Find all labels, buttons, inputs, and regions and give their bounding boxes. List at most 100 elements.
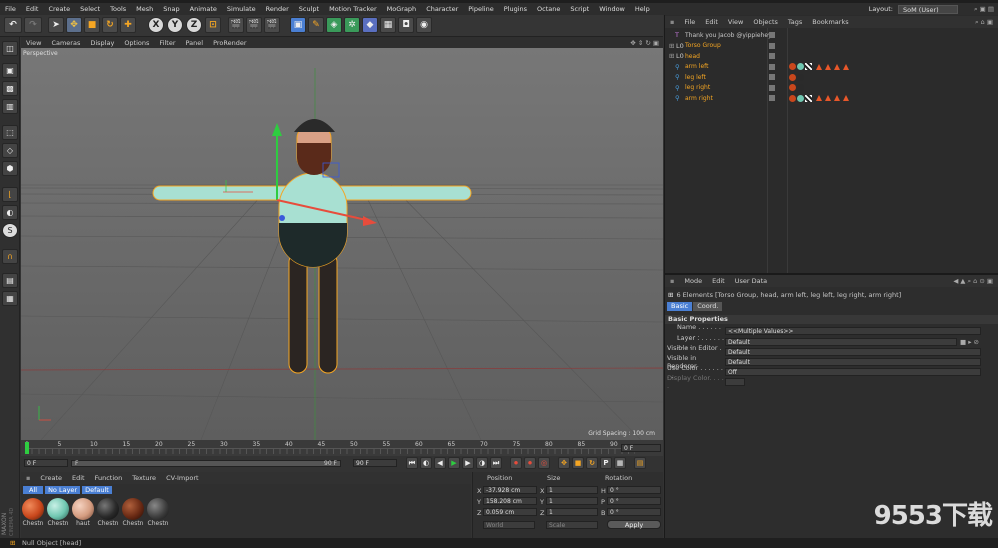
autokey-icon[interactable]: ⏺ [524,457,536,469]
render-view-icon[interactable]: 🎬 [228,17,244,33]
perspective-viewport[interactable]: Perspective Grid Spacing : 100 cm [21,48,663,440]
material-tag-icon[interactable] [789,73,796,81]
menu-file[interactable]: File [0,5,21,13]
filter-default[interactable]: Default [82,486,112,494]
material-swatch[interactable]: Chestn [121,498,145,532]
key-param-icon[interactable]: P [600,457,612,469]
pos-y-field[interactable]: 158.208 cm [483,497,537,505]
menu-pipeline[interactable]: Pipeline [463,5,498,13]
material-tag-icon[interactable] [789,84,796,92]
timeline-ruler[interactable]: 051015202530354045505560657075808590 0 F [21,440,663,456]
attribute-nav-icons[interactable]: ◀ ▲ ⌕ ⌂ ⊙ ▣ [948,277,998,286]
attr-menu-mode[interactable]: Mode [679,277,707,285]
deformer-icon[interactable]: ◆ [362,17,378,33]
layer-buttons-icon[interactable]: ■ ▸ ⊘ [960,338,979,346]
menu-character[interactable]: Character [421,5,463,13]
phong-tag-icon[interactable] [843,95,849,102]
menu-plugins[interactable]: Plugins [499,5,532,13]
floor-icon[interactable]: ▦ [380,17,396,33]
layout-select[interactable]: SoM (User) [898,4,958,14]
object-tags[interactable] [789,84,805,92]
size-mode-select[interactable]: Scale [546,521,598,529]
vp-menu-panel[interactable]: Panel [181,39,209,47]
end-frame-field[interactable]: 90 F [353,459,397,467]
size-x-field[interactable]: 1 [546,486,598,494]
obj-menu-objects[interactable]: Objects [748,18,783,26]
panel-grip-icon[interactable]: ▪ [21,474,35,482]
menu-edit[interactable]: Edit [21,5,44,13]
material-swatch[interactable]: Chestn [146,498,170,532]
menu-window[interactable]: Window [594,5,630,13]
pos-x-field[interactable]: -37.928 cm [483,486,537,494]
vp-menu-cameras[interactable]: Cameras [46,39,85,47]
size-y-field[interactable]: 1 [546,497,598,505]
menu-motion-tracker[interactable]: Motion Tracker [324,5,382,13]
goto-start-icon[interactable]: ⏮ [406,457,418,469]
phong-tag-icon[interactable] [825,63,831,70]
use-color-select[interactable]: Off [725,368,981,376]
tweak-mode-icon[interactable]: ◐ [2,205,18,220]
visibility-toggle[interactable] [769,95,775,102]
menu-octane[interactable]: Octane [532,5,565,13]
object-row[interactable]: T Thank you Jacob @yippiehey [665,30,998,41]
object-row[interactable]: ⊞ L0 Torso Group [665,41,998,52]
texture-tag-icon[interactable] [805,94,812,102]
render-settings-icon[interactable]: 🎬 [264,17,280,33]
make-editable-icon[interactable]: ◫ [2,41,18,56]
visibility-toggle[interactable] [769,53,775,60]
display-color-swatch[interactable] [725,378,745,386]
obj-menu-tags[interactable]: Tags [783,18,807,26]
workplane-icon[interactable]: ▤ [2,273,18,288]
mat-menu-cv-import[interactable]: CV-Import [161,474,204,482]
visibility-toggle[interactable] [769,84,775,91]
visibility-toggle[interactable] [769,32,775,39]
filter-all[interactable]: All [23,486,44,494]
next-key-icon[interactable]: ◑ [476,457,488,469]
workplane-mode-icon[interactable]: ▥ [2,99,18,114]
object-row[interactable]: ⚲ arm left [665,62,998,73]
rot-h-field[interactable]: 0 ° [607,486,661,494]
viewport-nav-icons[interactable]: ✥ ⇕ ↻ ▣ [630,39,663,47]
object-tags[interactable] [789,94,852,102]
filter-no-layer[interactable]: No Layer [45,486,81,494]
light-icon[interactable]: ◉ [416,17,432,33]
phong-tag-icon[interactable] [816,95,822,102]
visibility-toggle[interactable] [769,63,775,70]
apply-button[interactable]: Apply [607,520,661,529]
model-mode-icon[interactable]: ▣ [2,63,18,78]
material-tag-icon[interactable] [789,63,796,71]
grid-icon[interactable]: ▦ [2,291,18,306]
menu-create[interactable]: Create [43,5,75,13]
axis-mode-icon[interactable]: ⌊ [2,187,18,202]
phong-tag-icon[interactable] [834,95,840,102]
mat-menu-create[interactable]: Create [35,474,67,482]
material-swatch[interactable]: haut [71,498,95,532]
undo-icon[interactable]: ↶ [4,17,22,33]
expand-icon[interactable]: ⊞ [669,52,674,60]
z-axis-lock[interactable]: Z [186,17,202,33]
material-swatch[interactable]: Chestn [21,498,45,532]
tab-basic[interactable]: Basic [667,302,693,311]
key-scale-icon[interactable]: ■ [572,457,584,469]
x-axis-lock[interactable]: X [148,17,164,33]
vp-menu-prorender[interactable]: ProRender [208,39,251,47]
polygons-mode-icon[interactable]: ⬢ [2,161,18,176]
cube-primitive-icon[interactable]: ▣ [290,17,306,33]
name-field[interactable]: <<Multiple Values>> [725,327,981,335]
keyframe-selection-icon[interactable]: ◎ [538,457,550,469]
size-z-field[interactable]: 1 [546,508,598,516]
timeline-window-icon[interactable]: ▤ [634,457,646,469]
object-row[interactable]: ⚲ leg left [665,72,998,83]
menu-select[interactable]: Select [75,5,105,13]
key-position-icon[interactable]: ✥ [558,457,570,469]
pos-z-field[interactable]: 0.059 cm [483,508,537,516]
material-tag-icon[interactable] [797,94,804,102]
vp-menu-options[interactable]: Options [119,39,154,47]
goto-end-icon[interactable]: ⏭ [490,457,502,469]
menu-animate[interactable]: Animate [185,5,222,13]
material-tag-icon[interactable] [797,73,804,81]
rot-p-field[interactable]: 0 ° [607,497,661,505]
magnet-icon[interactable]: ∩ [2,249,18,264]
menu-tools[interactable]: Tools [105,5,131,13]
timeline-track[interactable] [25,448,635,454]
